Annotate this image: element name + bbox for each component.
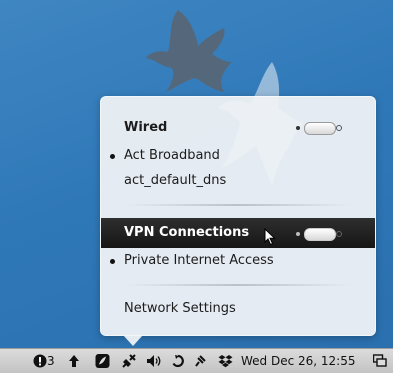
menu-pointer-arrow <box>123 335 143 346</box>
panel-clock[interactable]: Wed Dec 26, 12:55 <box>241 353 356 369</box>
dove-dark <box>146 10 232 92</box>
notification-count: 3 <box>47 354 55 368</box>
toggle-off-dot <box>336 231 342 237</box>
vpn-section-header[interactable]: VPN Connections <box>101 218 375 248</box>
toggle-knob[interactable] <box>304 122 336 135</box>
dropbox-icon[interactable] <box>218 353 233 369</box>
network-icon[interactable] <box>121 353 137 369</box>
connection-act-broadband[interactable]: Act Broadband <box>101 144 375 168</box>
window-list-icon[interactable] <box>373 353 387 369</box>
toggle-on-dot <box>296 126 300 130</box>
vpn-private-internet-access[interactable]: Private Internet Access <box>101 249 375 273</box>
toggle-off-dot <box>336 125 342 131</box>
toggle-on-dot <box>296 232 300 236</box>
bottom-panel: 3 Wed Dec 26, 12:55 <box>0 348 393 373</box>
wired-section-header[interactable]: Wired <box>101 116 375 140</box>
vpn-label: VPN Connections <box>124 225 250 240</box>
network-settings-item[interactable]: Network Settings <box>101 297 375 321</box>
menu-separator <box>125 284 351 286</box>
menu-separator <box>125 204 351 206</box>
wired-toggle[interactable] <box>296 122 342 135</box>
volume-icon[interactable] <box>146 353 162 369</box>
pin-icon[interactable] <box>194 353 206 369</box>
active-connection-bullet <box>110 259 115 264</box>
wired-label: Wired <box>124 120 168 135</box>
active-connection-bullet <box>110 154 115 159</box>
network-menu: Wired Act Broadband act_default_dns VPN … <box>100 96 376 336</box>
vpn-toggle[interactable] <box>296 228 342 241</box>
mouse-cursor-icon <box>264 228 276 246</box>
toggle-knob[interactable] <box>304 228 336 241</box>
alert-icon[interactable] <box>33 353 47 369</box>
upload-arrow-icon[interactable] <box>68 353 80 369</box>
connection-act-default-dns[interactable]: act_default_dns <box>101 169 375 193</box>
sync-icon[interactable] <box>171 353 185 369</box>
tomboy-note-icon[interactable] <box>95 353 110 369</box>
